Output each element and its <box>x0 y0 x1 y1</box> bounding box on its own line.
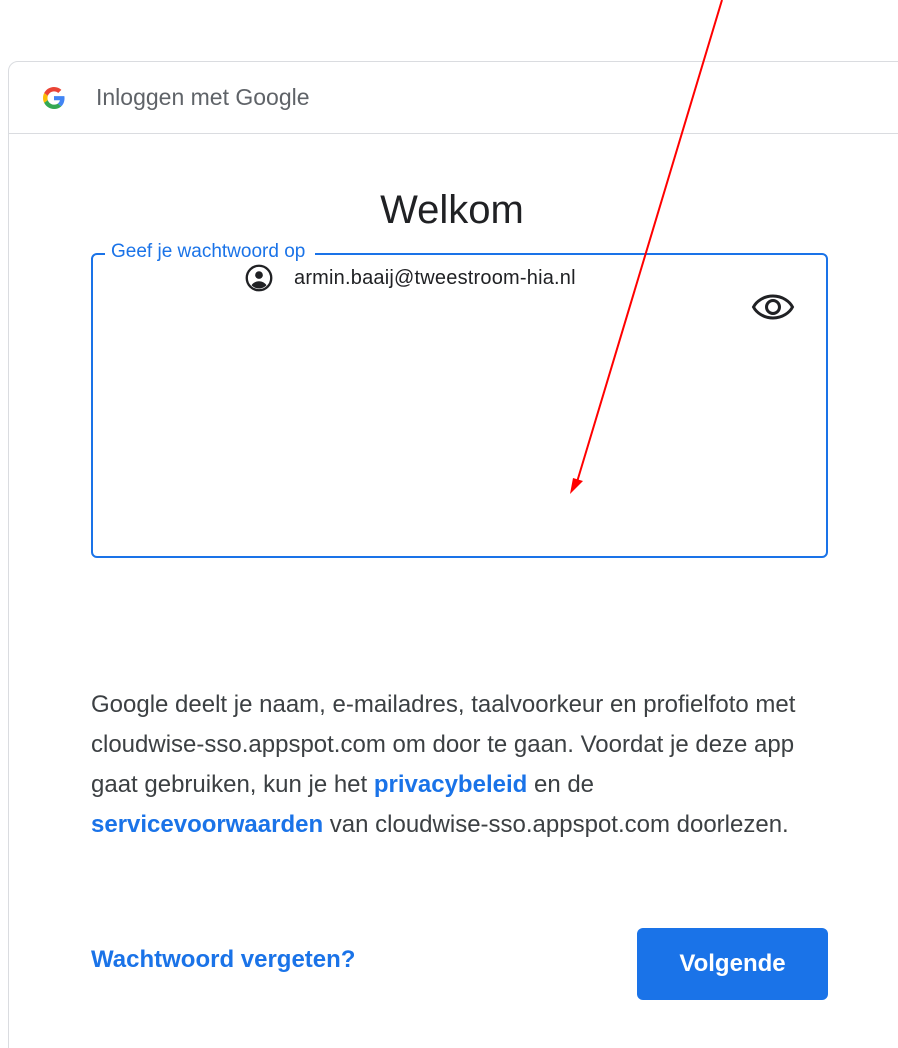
consent-text-part3: van cloudwise-sso.appspot.com doorlezen. <box>323 811 789 838</box>
card-header: Inloggen met Google <box>9 62 898 134</box>
consent-text-part2: en de <box>527 771 595 798</box>
password-field-label: Geef je wachtwoord op <box>105 241 316 263</box>
next-button[interactable]: Volgende <box>637 928 828 1000</box>
password-input-box-field[interactable] <box>113 279 727 335</box>
page-title: Welkom <box>380 188 524 232</box>
eye-icon[interactable] <box>751 289 795 325</box>
forgot-password-link[interactable]: Wachtwoord vergeten? <box>91 946 355 974</box>
consent-text: Google deelt je naam, e-mailadres, taalv… <box>91 685 811 845</box>
privacy-policy-link[interactable]: privacybeleid <box>374 771 527 798</box>
terms-of-service-link[interactable]: servicevoorwaarden <box>91 811 323 838</box>
header-title: Inloggen met Google <box>96 84 310 110</box>
google-g-icon <box>43 87 65 109</box>
